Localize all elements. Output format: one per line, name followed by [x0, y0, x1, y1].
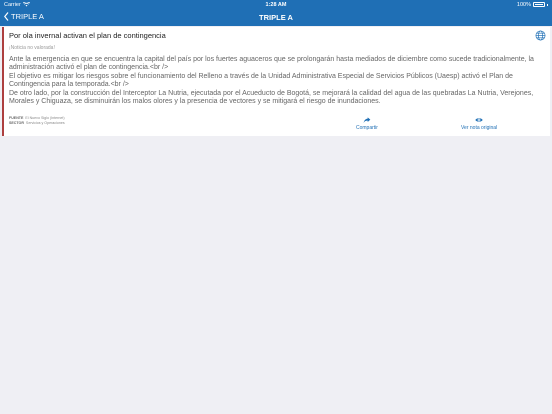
share-icon	[363, 117, 371, 123]
battery-status: 100%	[517, 2, 548, 8]
sector-label: SECTOR	[9, 120, 24, 125]
globe-icon[interactable]	[535, 30, 546, 41]
view-original-button[interactable]: Ver nota original	[461, 116, 497, 131]
status-time: 1:28 AM	[265, 1, 287, 8]
view-original-label: Ver nota original	[461, 125, 498, 131]
source-value: El Nuevo Siglo (Internet)	[25, 116, 65, 120]
article-meta: FUENTE El Nuevo Siglo (Internet) SECTOR Se…	[9, 116, 65, 125]
article-body: Ante la emergencia en que se encuentra l…	[9, 56, 544, 106]
share-label: Compartir	[356, 125, 378, 131]
article-paragraph: Ante la emergencia en que se encuentra l…	[9, 56, 534, 72]
navigation-bar: TRIPLE A TRIPLE A	[0, 9, 552, 26]
rating-status: ¡Noticia no valorada!	[9, 45, 55, 51]
news-card: Por ola invernal activan el plan de cont…	[2, 27, 550, 136]
battery-tip	[547, 3, 548, 6]
article-paragraph: De otro lado, por la construcción del In…	[9, 89, 534, 106]
eye-icon	[475, 118, 483, 122]
battery-percent: 100%	[516, 1, 531, 8]
status-bar: Carrier 1:28 AM 100%	[0, 0, 552, 9]
article-title: Por ola invernal activan el plan de cont…	[9, 31, 166, 40]
article-paragraph: El objetivo es mitigar los riesgos sobre…	[9, 72, 513, 89]
share-button[interactable]: Compartir	[356, 116, 378, 131]
nav-title: TRIPLE A	[259, 13, 293, 22]
source-label: FUENTE	[9, 116, 24, 120]
battery-icon	[533, 2, 545, 7]
sector-value: Servicios y Operaciones	[25, 120, 65, 125]
sector-row: SECTOR Servicios y Operaciones	[9, 121, 65, 126]
